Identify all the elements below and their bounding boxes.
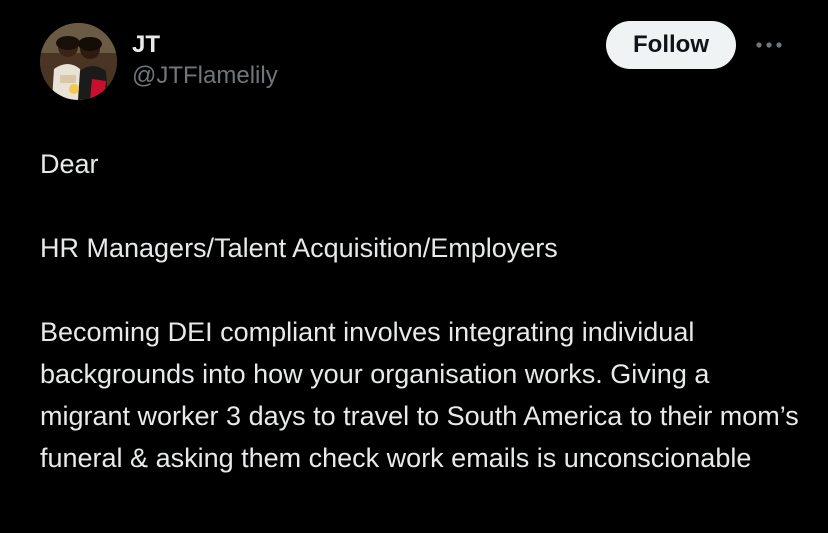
post-body-paragraph: Becoming DEI compliant involves integrat…: [40, 317, 799, 473]
follow-button[interactable]: Follow: [606, 21, 736, 69]
avatar-photo: [40, 23, 117, 100]
author-display-name[interactable]: JT: [132, 30, 160, 60]
post-text: Dear HR Managers/Talent Acquisition/Empl…: [40, 143, 800, 479]
more-horizontal-icon[interactable]: [752, 32, 786, 58]
avatar[interactable]: [40, 23, 117, 100]
post-recipients: HR Managers/Talent Acquisition/Employers: [40, 233, 558, 263]
post-card: JT @JTFlamelily Follow Dear HR Managers/…: [0, 0, 828, 533]
post-greeting: Dear: [40, 149, 99, 179]
author-handle[interactable]: @JTFlamelily: [132, 61, 278, 91]
